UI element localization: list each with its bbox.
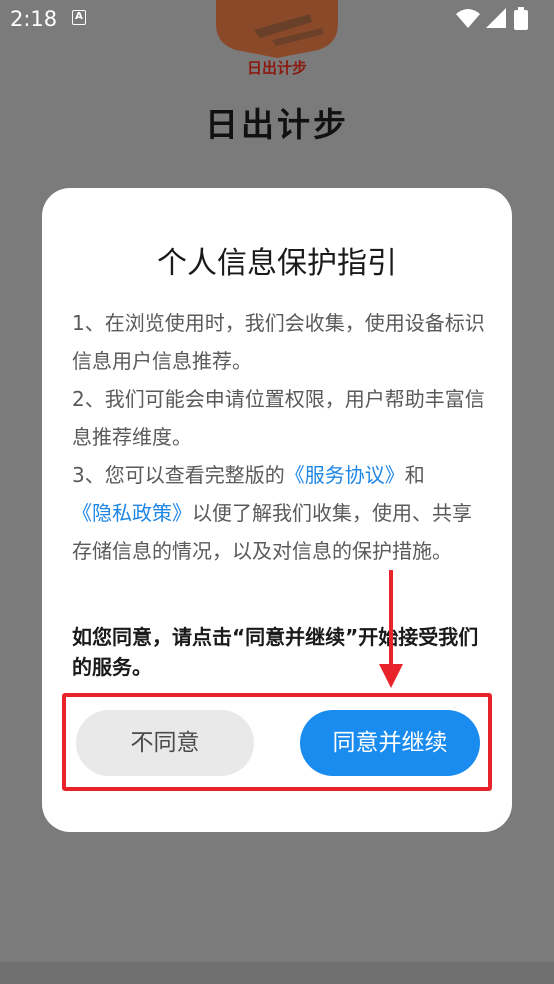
privacy-point-3: 3、您可以查看完整版的《服务协议》和 《隐私政策》以便了解我们收集，使用、共享 存… <box>72 456 488 570</box>
status-time: 2:18 <box>10 7 58 31</box>
privacy-point-2: 2、我们可能会申请位置权限，用户帮助丰富信息推荐维度。 <box>72 387 485 449</box>
consent-text: 如您同意，请点击“同意并继续”开始接受我们的服务。 <box>72 625 479 679</box>
wifi-icon <box>456 9 480 28</box>
privacy-point-3-prefix: 3、您可以查看完整版的 <box>72 463 285 487</box>
status-icons <box>456 7 528 30</box>
dialog-body: 1、在浏览使用时，我们会收集，使用设备标识信息用户信息推荐。 2、我们可能会申请… <box>72 304 488 570</box>
battery-icon <box>514 7 528 30</box>
privacy-point-3-and: 和 <box>404 463 425 487</box>
app-logo: 日出计步 <box>214 0 340 78</box>
app-logo-text: 日出计步 <box>247 59 307 77</box>
dialog-title: 个人信息保护指引 <box>157 246 397 281</box>
signal-icon <box>486 8 506 28</box>
app-title: 日出计步 <box>205 105 349 144</box>
service-agreement-link[interactable]: 《服务协议》 <box>285 463 405 487</box>
annotation-highlight-box <box>62 693 492 791</box>
notification-icon: A <box>72 10 86 25</box>
privacy-policy-link[interactable]: 《隐私政策》 <box>72 501 192 525</box>
privacy-point-1: 1、在浏览使用时，我们会收集，使用设备标识信息用户信息推荐。 <box>72 311 485 373</box>
bottom-strip <box>0 962 554 984</box>
screen: 2:18 A 日出计步 日出计步 个人信息保护指引 1、在浏览使用时，我们会收集… <box>0 0 554 984</box>
app-logo-icon: 日出计步 <box>216 0 338 77</box>
annotation-arrow-icon <box>379 570 403 688</box>
